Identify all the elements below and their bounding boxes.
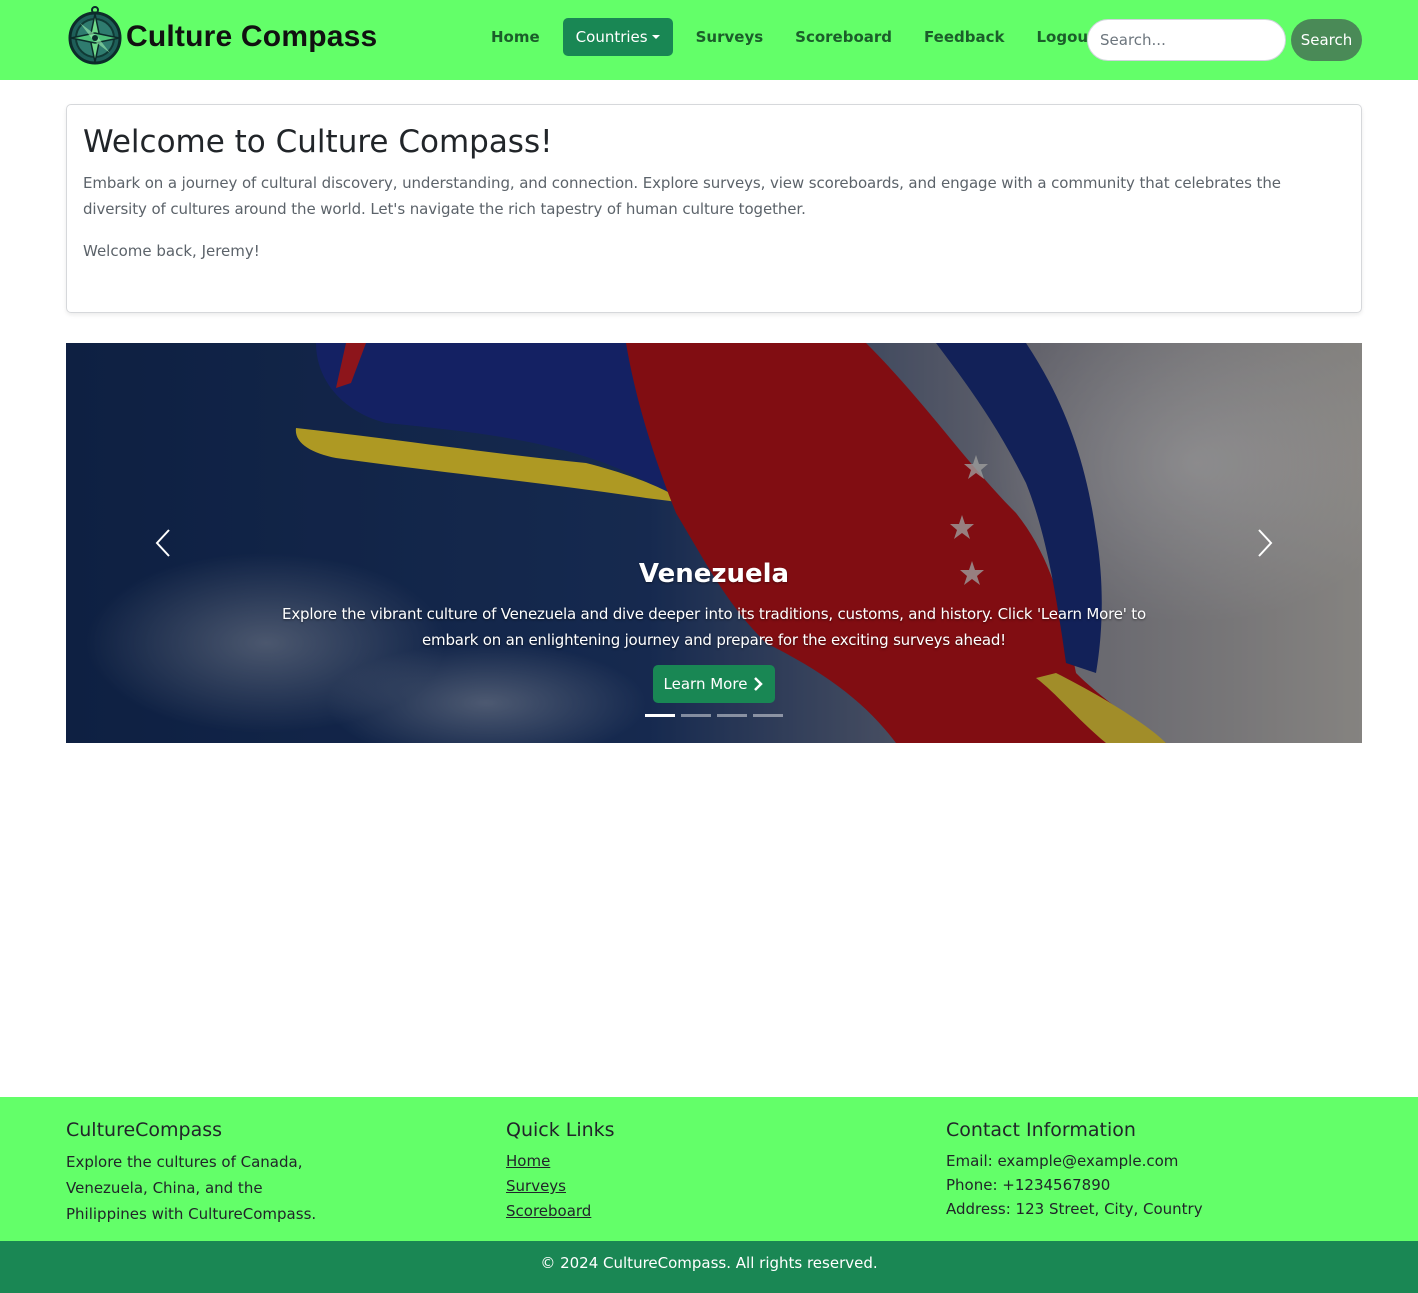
nav-home[interactable]: Home [475,18,556,56]
chevron-right-icon [1258,529,1273,557]
nav-scoreboard[interactable]: Scoreboard [779,18,908,56]
footer-about-text: Explore the cultures of Canada, Venezuel… [66,1153,317,1223]
carousel-indicators [645,714,789,717]
footer-link-scoreboard[interactable]: Scoreboard [506,1202,591,1220]
copyright-bar: © 2024 CultureCompass. All rights reserv… [0,1241,1418,1293]
compass-icon [68,6,122,65]
welcome-lead: Embark on a journey of cultural discover… [83,174,1281,218]
footer-about-title: CultureCompass [66,1119,223,1141]
footer-contact-title: Contact Information [946,1119,1136,1141]
carousel-indicator-4[interactable] [753,714,783,717]
welcome-title: Welcome to Culture Compass! [83,124,553,160]
contact-email: Email: example@example.com [946,1152,1179,1170]
contact-details: Email: example@example.com Phone: +12345… [946,1149,1203,1221]
carousel-prev-button[interactable] [133,523,193,563]
country-carousel: Venezuela Explore the vibrant culture of… [66,343,1362,743]
footer-quick-links: Quick Links Home Surveys Scoreboard [506,1117,615,1224]
slide-title: Venezuela [638,559,790,589]
carousel-caption: Venezuela Explore the vibrant culture of… [256,557,1172,653]
chevron-left-icon [155,529,170,557]
nav-surveys[interactable]: Surveys [680,18,780,56]
brand-name: Culture Compass [126,20,378,53]
footer: CultureCompass Explore the cultures of C… [0,1097,1418,1241]
footer-contact: Contact Information Email: example@examp… [946,1117,1203,1221]
welcome-card: Welcome to Culture Compass! Embark on a … [66,104,1362,313]
carousel-indicator-2[interactable] [681,714,711,717]
footer-link-surveys[interactable]: Surveys [506,1177,566,1195]
footer-quick-links-title: Quick Links [506,1119,615,1141]
nav-countries-label: Countries [575,28,648,46]
footer-link-home[interactable]: Home [506,1152,550,1170]
carousel-next-button[interactable] [1235,523,1295,563]
welcome-greeting: Welcome back, Jeremy! [83,242,260,260]
slide-text: Explore the vibrant culture of Venezuela… [282,605,1146,649]
carousel-indicator-3[interactable] [717,714,747,717]
learn-more-label: Learn More [663,675,748,693]
footer-about: CultureCompass Explore the cultures of C… [66,1117,346,1227]
brand[interactable]: Culture Compass [66,6,377,68]
main-nav: Home Countries Surveys Scoreboard Feedba… [475,18,1111,56]
learn-more-button[interactable]: Learn More [653,665,775,703]
contact-phone: Phone: +1234567890 [946,1176,1111,1194]
nav-feedback[interactable]: Feedback [908,18,1020,56]
footer-links-list: Home Surveys Scoreboard [506,1149,615,1224]
search-button[interactable]: Search [1291,19,1362,61]
chevron-right-icon [754,677,764,691]
carousel-indicator-1[interactable] [645,714,675,717]
nav-countries-dropdown[interactable]: Countries [562,18,673,56]
navbar: Culture Compass Home Countries Surveys S… [0,0,1418,80]
contact-address: Address: 123 Street, City, Country [946,1200,1203,1218]
caret-down-icon [651,35,660,39]
search-input[interactable] [1087,19,1286,61]
